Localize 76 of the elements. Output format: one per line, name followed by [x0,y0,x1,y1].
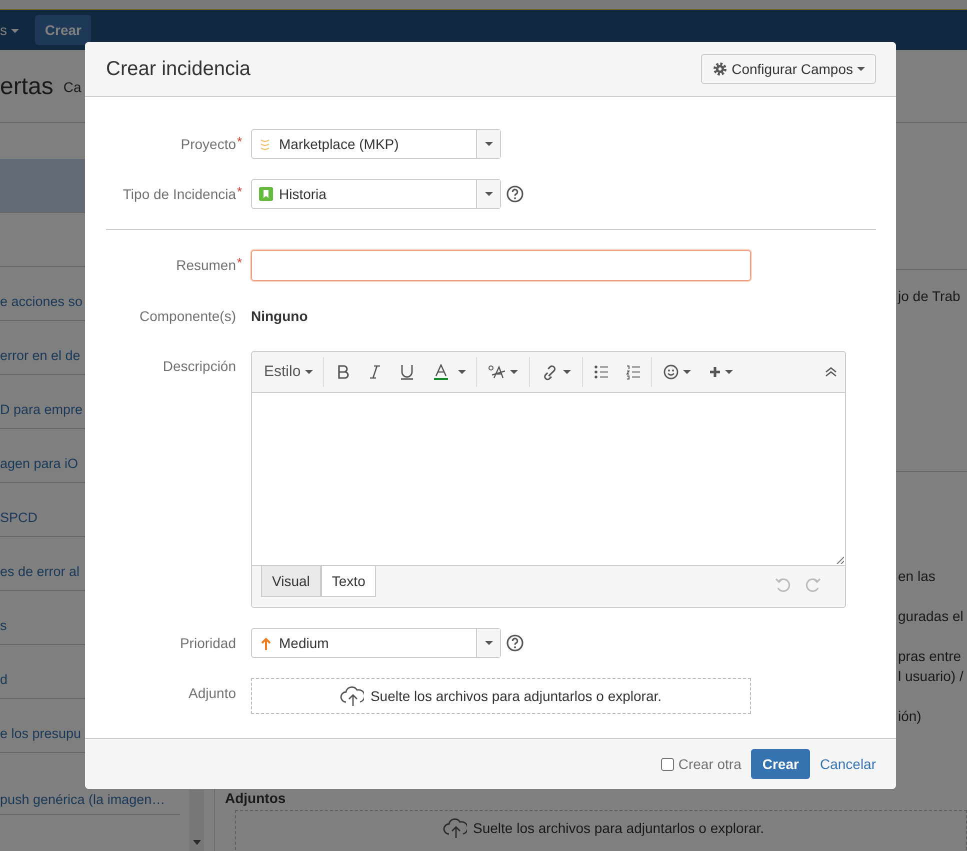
field-label: Descripción [162,358,236,374]
field-value: Ninguno [251,307,308,326]
text-color-icon[interactable] [432,364,449,380]
bullet-list-icon [594,364,608,380]
issue-link[interactable]: e los presupu [0,724,82,744]
upload-cloud-icon [443,817,467,839]
issue-link[interactable]: push genérica (la imagen… [0,790,166,810]
create-button[interactable]: Crear [34,15,92,45]
paragraph-text: ión) [898,707,922,726]
paragraph-text: pras entre l usuario) / [898,647,964,686]
drop-text: Suelte los archivos para adjuntarlos o [473,820,708,836]
caret-icon [304,370,313,374]
issue-link[interactable]: agen para iO [0,454,78,474]
caret-icon [562,370,571,374]
caret-icon [857,67,865,71]
create-button[interactable]: Crear [751,749,810,779]
required-marker: * [236,183,242,201]
issue-link[interactable]: SPCD [0,508,38,528]
select-field[interactable]: Historia [251,179,501,209]
configure-fields-button[interactable]: Configurar Campos [700,54,876,84]
text-field[interactable] [251,250,751,281]
gear-icon [712,61,728,77]
caret-icon[interactable] [458,370,466,374]
paragraph-text: guradas el [898,607,964,626]
help-icon[interactable] [506,634,524,652]
scrollbar[interactable] [189,790,204,851]
issue-link[interactable]: e acciones so [0,292,83,312]
underline-icon[interactable] [398,364,415,380]
caret-icon [484,142,492,146]
field-label: Adjunto [188,685,236,701]
nav-menu[interactable]: s [0,20,19,40]
header-link[interactable]: Ca [63,76,82,98]
issue-link[interactable]: error en el de [0,346,80,366]
required-marker: * [236,133,242,151]
emoticon-icon [662,364,679,380]
caret-icon [484,192,492,196]
paragraph-text: en las [898,567,936,586]
help-icon[interactable] [506,185,524,203]
panel-link[interactable]: jo de Trab [898,288,960,304]
upload-cloud-icon [340,685,364,707]
caret-icon [484,641,492,645]
collapse-icon[interactable] [825,367,837,377]
issue-link[interactable]: D para empre [0,400,83,420]
select-field[interactable]: Medium [251,628,501,658]
browse-link[interactable]: explorar. [608,688,662,704]
section-heading: Adjuntos [225,790,287,807]
caret-icon [510,370,518,374]
caret-icon [724,370,733,374]
cancel-link[interactable]: Cancelar [820,754,876,774]
issue-link[interactable]: es de error al [0,562,80,582]
editor-tab[interactable]: Visual [261,566,321,597]
clear-format-icon [488,364,506,380]
style-dropdown[interactable]: Estilo [258,357,321,387]
bookmark-icon [259,187,273,201]
arrow-up-icon [259,636,273,650]
issue-link[interactable]: s [0,616,7,636]
field-label: Prioridad [180,635,236,651]
editor-tab[interactable]: Texto [320,566,376,597]
dialog-title: Crear incidencia [106,57,251,81]
required-marker: * [236,254,242,272]
numbered-list-icon [626,364,640,380]
field-label: Componente(s) [140,308,236,324]
drop-text: Suelte los archivos para adjuntarlos o [370,688,605,704]
caret-icon [10,28,19,33]
scroll-down-icon[interactable] [192,840,200,845]
caret-icon [682,370,691,374]
select-field[interactable]: Marketplace (MKP) [251,129,501,159]
drop-zone[interactable]: Suelte los archivos para adjuntarlos o explorar. [251,678,751,714]
plus-icon [708,366,721,378]
checkbox-label: Crear otra [678,754,742,774]
page-title: ertas [0,72,54,102]
browse-link[interactable]: explorar. [710,820,764,836]
issue-link[interactable]: d [0,670,8,690]
checkbox[interactable] [661,758,674,770]
resize-handle-icon [836,556,844,564]
drop-zone[interactable]: Suelte los archivos para adjuntarlos o explorar. [235,810,967,850]
